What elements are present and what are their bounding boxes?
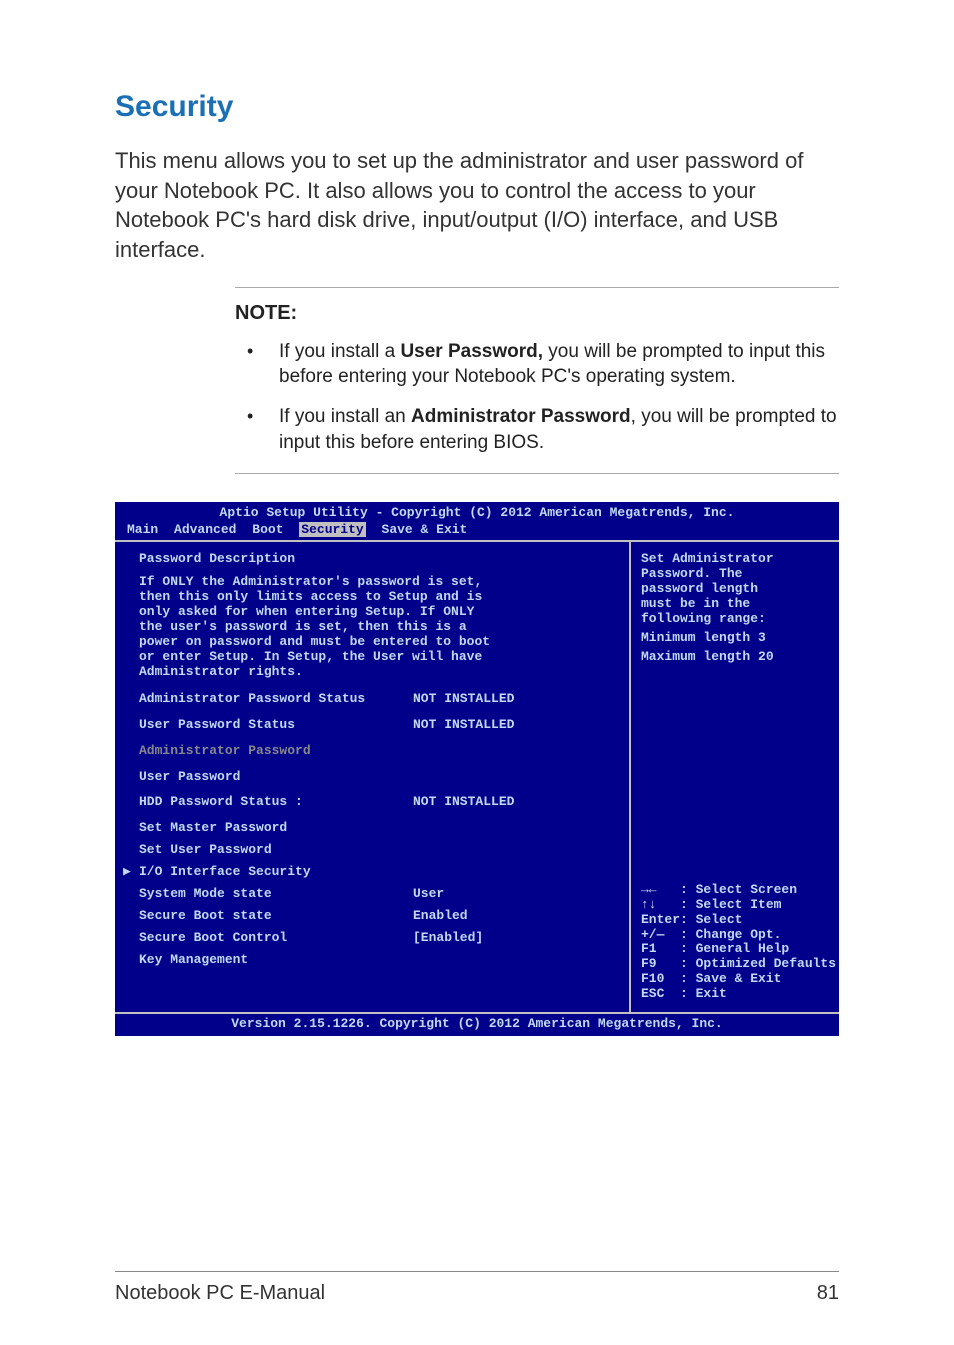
row-hdd-status: HDD Password Status : NOT INSTALLED	[123, 795, 621, 810]
label-admin-password: Administrator Password	[123, 744, 413, 759]
footer-left: Notebook PC E-Manual	[115, 1282, 325, 1305]
row-admin-password: Administrator Password	[123, 744, 621, 759]
label-user-status: User Password Status	[123, 718, 413, 733]
value-secureboot-control: [Enabled]	[413, 931, 621, 946]
note-list: • If you install a User Password, you wi…	[235, 339, 839, 456]
label-secureboot-control: Secure Boot Control	[123, 931, 413, 946]
row-admin-status: Administrator Password Status NOT INSTAL…	[123, 692, 621, 707]
label-hdd-status: HDD Password Status :	[123, 795, 413, 810]
password-description-title: Password Description	[123, 552, 621, 567]
row-secureboot-control: Secure Boot Control [Enabled]	[123, 931, 621, 946]
tab-security: Security	[299, 522, 365, 537]
label-set-user: Set User Password	[123, 843, 413, 858]
bullet-icon: •	[235, 339, 279, 390]
page-footer-area: Notebook PC E-Manual 81	[115, 1271, 839, 1305]
bullet-icon: •	[235, 404, 279, 455]
bios-keybinds: →← : Select Screen ↑↓ : Select Item Ente…	[641, 883, 831, 1003]
value-system-mode: User	[413, 887, 621, 902]
password-description-body: If ONLY the Administrator's password is …	[123, 575, 621, 680]
tab-boot: Boot	[252, 522, 283, 537]
row-set-user: Set User Password	[123, 843, 621, 858]
label-admin-status: Administrator Password Status	[123, 692, 413, 707]
horizontal-rule	[115, 1271, 839, 1272]
label-secureboot-state: Secure Boot state	[123, 909, 413, 924]
bios-screenshot: Aptio Setup Utility - Copyright (C) 2012…	[115, 502, 839, 1036]
bios-left-pane: Password Description If ONLY the Adminis…	[115, 542, 631, 1012]
row-user-password: User Password	[123, 770, 621, 785]
note-item: • If you install an Administrator Passwo…	[235, 404, 839, 455]
label-system-mode: System Mode state	[123, 887, 413, 902]
value-admin-status: NOT INSTALLED	[413, 692, 621, 707]
bios-right-pane: Set Administrator Password. The password…	[631, 542, 839, 1012]
note-title: NOTE:	[235, 302, 839, 325]
page-number: 81	[817, 1282, 839, 1305]
note-text: If you install a User Password, you will…	[279, 339, 839, 390]
label-user-password: User Password	[123, 770, 413, 785]
row-system-mode: System Mode state User	[123, 887, 621, 902]
value-hdd-status: NOT INSTALLED	[413, 795, 621, 810]
note-block: NOTE: • If you install a User Password, …	[235, 287, 839, 475]
arrow-icon: ▶	[123, 865, 131, 880]
bios-body: Password Description If ONLY the Adminis…	[115, 542, 839, 1012]
label-key-management: Key Management	[123, 953, 413, 968]
note-text: If you install an Administrator Password…	[279, 404, 839, 455]
tab-advanced: Advanced	[174, 522, 236, 537]
tab-main: Main	[127, 522, 158, 537]
tab-save-exit: Save & Exit	[382, 522, 468, 537]
row-key-management: Key Management	[123, 953, 621, 968]
value-user-status: NOT INSTALLED	[413, 718, 621, 733]
bios-footer: Version 2.15.1226. Copyright (C) 2012 Am…	[115, 1012, 839, 1036]
row-secureboot-state: Secure Boot state Enabled	[123, 909, 621, 924]
bios-header: Aptio Setup Utility - Copyright (C) 2012…	[115, 502, 839, 523]
label-set-master: Set Master Password	[123, 821, 413, 836]
note-item: • If you install a User Password, you wi…	[235, 339, 839, 390]
row-io-security: ▶ I/O Interface Security	[123, 865, 621, 880]
label-io-security: I/O Interface Security	[123, 865, 413, 880]
section-body: This menu allows you to set up the admin…	[115, 146, 839, 265]
row-user-status: User Password Status NOT INSTALLED	[123, 718, 621, 733]
bios-tabs: Main Advanced Boot Security Save & Exit	[115, 523, 839, 540]
row-set-master: Set Master Password	[123, 821, 621, 836]
section-heading: Security	[115, 90, 839, 124]
value-secureboot-state: Enabled	[413, 909, 621, 924]
bios-help-text: Set Administrator Password. The password…	[641, 552, 831, 665]
